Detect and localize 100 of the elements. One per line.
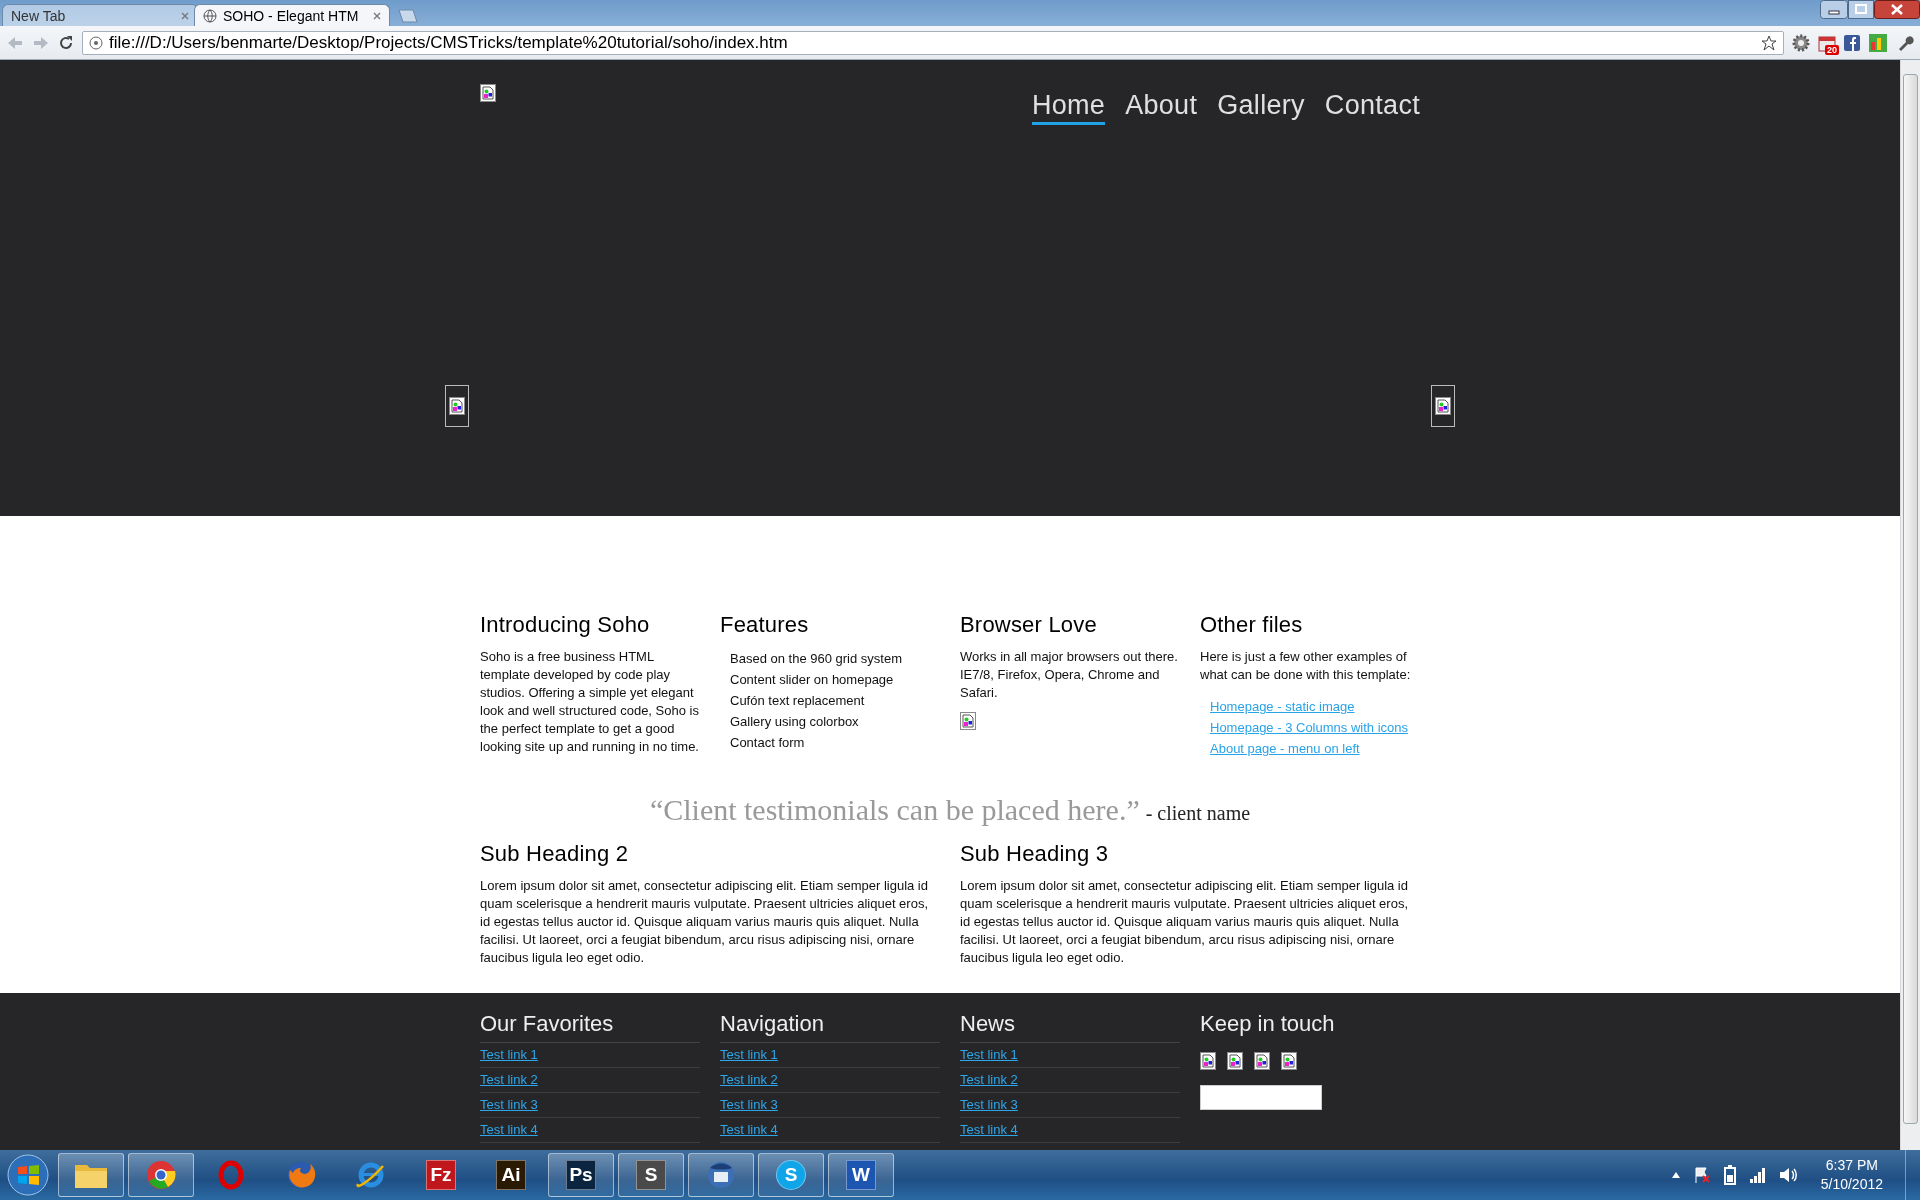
letter-tile-icon: Ai xyxy=(496,1160,526,1190)
clock[interactable]: 6:37 PM 5/10/2012 xyxy=(1810,1156,1893,1194)
footer-link[interactable]: Test link 1 xyxy=(480,1043,700,1068)
feature-item: Cufón text replacement xyxy=(730,692,866,710)
column-heading: Browser Love xyxy=(960,612,1098,638)
gear-icon[interactable] xyxy=(1792,33,1810,52)
paragraph: Here is just a few other examples of what can be done with this template: xyxy=(1200,648,1412,684)
broken-image-icon xyxy=(1227,1052,1243,1070)
globe-icon xyxy=(203,8,217,23)
calendar-icon xyxy=(1818,33,1836,52)
time-text: 6:37 PM xyxy=(1825,1156,1878,1175)
broken-image-icon xyxy=(480,84,496,102)
input-field[interactable] xyxy=(1200,1085,1322,1110)
testimonial-quote: “Client testimonials can be placed here.” xyxy=(649,793,1140,826)
browser-tab[interactable]: SOHO - Elegant HTM xyxy=(194,4,390,26)
link[interactable]: Homepage - 3 Columns with icons xyxy=(1210,717,1408,738)
signal-icon[interactable] xyxy=(1748,1167,1767,1183)
paragraph: Lorem ipsum dolor sit amet, consectetur adipiscing elit. Etiam semper ligula id quam scelerisque a hendrerit mauris vulputate. Praesent ultricies aliquet eros, id egestas tellus auctor id. Quisque aliquam varius mauris quis aliquet. Nulla facilisi. Ut laoreet, orci a feugiat bibendum, arcu risus adipiscing nisi, ornare faucibus ligula leo eget odio. xyxy=(480,877,929,967)
footer-link[interactable]: Test link 2 xyxy=(720,1068,940,1093)
letter-circle-icon: S xyxy=(776,1160,806,1190)
globe-icon xyxy=(286,1160,316,1190)
footer-link[interactable]: Test link 3 xyxy=(720,1093,940,1118)
taskbar-button[interactable] xyxy=(688,1153,754,1197)
paragraph: Soho is a free business HTML template developed by code play studios. Offering a simple yet elegant look and well structured code, Soho is the perfect template to get a good looking site up and running in no time. xyxy=(480,648,700,756)
taskbar-button[interactable]: W xyxy=(828,1153,894,1197)
new-tab-button[interactable] xyxy=(396,9,418,23)
link[interactable]: About page - menu on left xyxy=(1210,738,1360,759)
letter-tile-icon: Ps xyxy=(566,1160,596,1190)
footer-link[interactable]: Test link 3 xyxy=(960,1093,1180,1118)
footer-link[interactable]: Test link 3 xyxy=(480,1093,700,1118)
footer-link[interactable]: Test link 1 xyxy=(960,1043,1180,1068)
broken-image-icon xyxy=(449,397,465,415)
testimonial-author: - client name xyxy=(1145,802,1251,824)
star-icon[interactable] xyxy=(1761,34,1777,51)
tab-title: New Tab xyxy=(11,7,67,24)
broken-image-icon xyxy=(1281,1052,1297,1070)
speaker-icon[interactable] xyxy=(1778,1166,1799,1184)
ring-icon xyxy=(218,1160,244,1190)
taskbar-button[interactable] xyxy=(128,1153,194,1197)
feature-item: Gallery using colorbox xyxy=(730,713,860,731)
feature-item: Content slider on homepage xyxy=(730,671,895,689)
taskbar-button[interactable]: Ps xyxy=(548,1153,614,1197)
paragraph: Lorem ipsum dolor sit amet, consectetur adipiscing elit. Etiam semper ligula id quam scelerisque a hendrerit mauris vulputate. Praesent ultricies aliquet eros, id egestas tellus auctor id. Quisque aliquam varius mauris quis aliquet. Nulla facilisi. Ut laoreet, orci a feugiat bibendum, arcu risus adipiscing nisi, ornare faucibus ligula leo eget odio. xyxy=(960,877,1409,967)
close-icon[interactable] xyxy=(181,11,189,20)
taskbar-button[interactable]: Fz xyxy=(408,1153,474,1197)
caret-icon[interactable] xyxy=(1670,1171,1681,1179)
scrollbar-thumb[interactable] xyxy=(1903,74,1918,1124)
chart-icon[interactable] xyxy=(1868,32,1888,53)
broken-image-icon xyxy=(1435,397,1451,415)
facebook-icon[interactable] xyxy=(1844,34,1860,51)
footer-link[interactable]: Test link 2 xyxy=(480,1068,700,1093)
feature-item: Based on the 960 grid system xyxy=(730,650,903,668)
broken-image-icon xyxy=(1200,1052,1216,1070)
footer-link[interactable]: Test link 4 xyxy=(720,1118,940,1143)
close-button[interactable] xyxy=(1874,0,1920,19)
date-text: 5/10/2012 xyxy=(1820,1175,1883,1194)
column-heading: Introducing Soho xyxy=(480,612,651,638)
nav-link[interactable]: Gallery xyxy=(1217,90,1305,125)
extension-button[interactable]: 20 xyxy=(1818,33,1836,52)
letter-tile-icon: S xyxy=(636,1160,666,1190)
footer-link[interactable]: Test link 1 xyxy=(720,1043,940,1068)
broken-image-icon xyxy=(960,712,976,730)
paragraph: Works in all major browsers out there. IE7/8, Firefox, Opera, Chrome and Safari. xyxy=(960,648,1179,702)
footer-link[interactable]: Test link 2 xyxy=(960,1068,1180,1093)
page-icon xyxy=(89,35,103,50)
footer-link[interactable]: Test link 4 xyxy=(480,1118,700,1143)
taskbar-button[interactable]: S xyxy=(618,1153,684,1197)
column-heading: Other files xyxy=(1200,612,1304,638)
letter-tile-icon: Fz xyxy=(426,1160,456,1190)
close-icon[interactable] xyxy=(373,11,381,20)
footer-heading: Navigation xyxy=(720,1011,940,1043)
section-heading: Sub Heading 2 xyxy=(480,841,630,867)
battery-icon[interactable] xyxy=(1722,1165,1737,1185)
feature-item: Contact form xyxy=(730,734,806,752)
footer-heading: Keep in touch xyxy=(1200,1011,1336,1038)
taskbar-button[interactable] xyxy=(58,1153,124,1197)
nav-link[interactable]: Contact xyxy=(1324,90,1420,125)
flag-icon[interactable] xyxy=(1692,1166,1711,1184)
swoosh-icon xyxy=(355,1160,387,1190)
bird-icon xyxy=(706,1160,736,1190)
notification-badge: 20 xyxy=(1825,44,1839,55)
taskbar-button[interactable]: Ai xyxy=(478,1153,544,1197)
section-heading: Sub Heading 3 xyxy=(960,841,1110,867)
windows-logo-icon xyxy=(7,1154,49,1196)
footer-heading: Our Favorites xyxy=(480,1011,700,1043)
nav-link[interactable]: Home xyxy=(1031,90,1106,125)
slider-previous-button[interactable] xyxy=(445,385,469,427)
reload-icon[interactable] xyxy=(58,34,74,51)
footer-heading: News xyxy=(960,1011,1180,1043)
column-heading: Features xyxy=(720,612,810,638)
broken-image-icon xyxy=(1254,1052,1270,1070)
round-logo-icon xyxy=(146,1160,176,1190)
footer-link[interactable]: Test link 4 xyxy=(960,1118,1180,1143)
address-bar[interactable]: file:///D:/Users/benmarte/Desktop/Projects/CMSTricks/template%20tutorial/soho/index.htm xyxy=(82,30,1784,55)
slider-next-button[interactable] xyxy=(1431,385,1455,427)
minimize-button[interactable] xyxy=(1820,0,1848,19)
maximize-button[interactable] xyxy=(1848,0,1874,19)
tab-title: SOHO - Elegant HTM xyxy=(223,7,360,24)
nav-link[interactable]: About xyxy=(1125,90,1198,125)
letter-tile-icon: W xyxy=(846,1160,876,1190)
